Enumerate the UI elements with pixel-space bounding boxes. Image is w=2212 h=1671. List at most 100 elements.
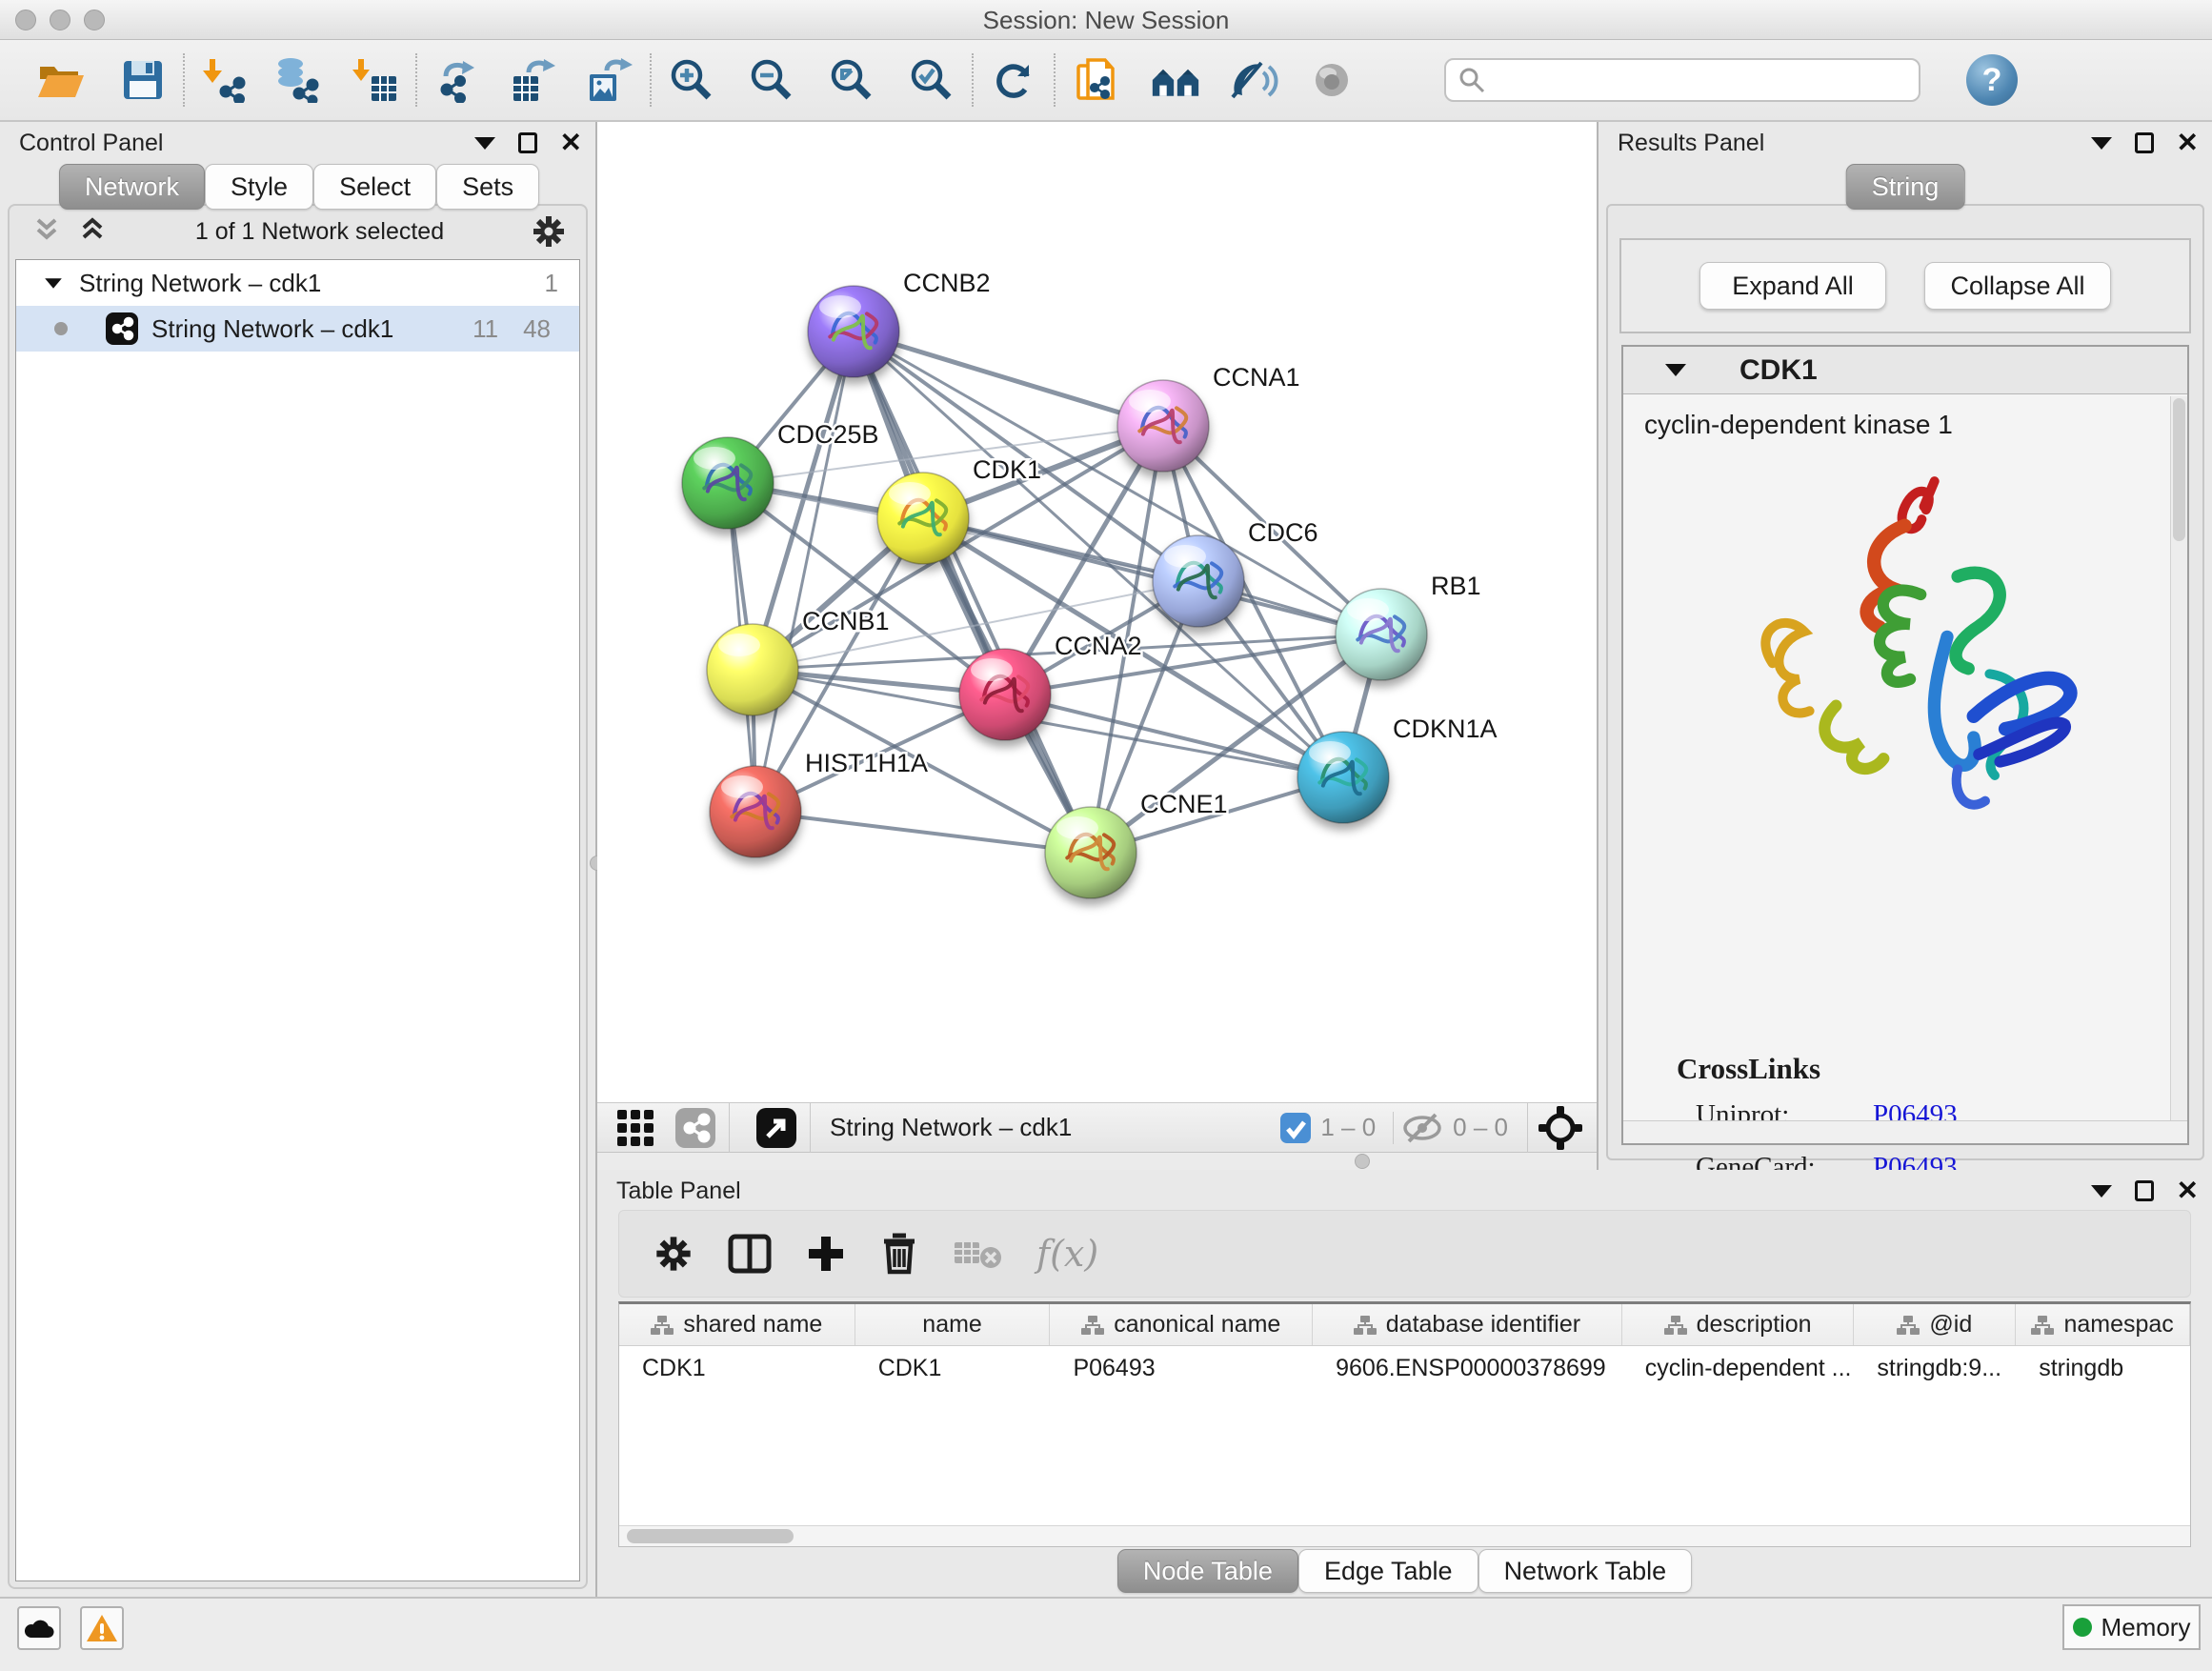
- network-edge-CCNB2-HIST1H1A[interactable]: [755, 332, 854, 812]
- network-edge-HIST1H1A-CCNE1[interactable]: [755, 812, 1091, 853]
- crosshair-icon[interactable]: [1538, 1105, 1583, 1151]
- collapse-panel-icon[interactable]: [474, 137, 495, 150]
- expand-all-icon[interactable]: [76, 216, 109, 247]
- network-node-CCNE1[interactable]: CCNE1: [1045, 790, 1228, 898]
- cloud-icon: [23, 1617, 55, 1640]
- entry-description: cyclin-dependent kinase 1: [1623, 396, 2168, 440]
- column-header-shared-name[interactable]: shared name: [619, 1304, 855, 1345]
- float-panel-icon[interactable]: [518, 132, 537, 153]
- float-panel-icon[interactable]: [2135, 132, 2154, 153]
- network-options-gear-icon[interactable]: [531, 213, 567, 250]
- warning-button[interactable]: [80, 1606, 124, 1650]
- network-edge-CCNB2-CCNA1[interactable]: [854, 332, 1163, 426]
- splitter-handle[interactable]: [1355, 1154, 1370, 1169]
- export-network-icon[interactable]: [432, 55, 482, 105]
- export-image-icon[interactable]: [585, 55, 634, 105]
- table-row[interactable]: CDK1CDK1P064939606.ENSP00000378699cyclin…: [619, 1346, 2190, 1390]
- close-panel-icon[interactable]: ✕: [2177, 130, 2199, 156]
- network-node-CCNA1[interactable]: CCNA1: [1117, 363, 1300, 472]
- tab-string[interactable]: String: [1846, 164, 1965, 210]
- table-settings-gear-icon[interactable]: [654, 1234, 694, 1274]
- tab-edge-table[interactable]: Edge Table: [1298, 1549, 1478, 1593]
- grid-view-icon[interactable]: [616, 1109, 654, 1147]
- tab-sets[interactable]: Sets: [436, 164, 539, 210]
- network-node-CCNB2[interactable]: CCNB2: [808, 269, 991, 377]
- tab-network[interactable]: Network: [59, 164, 205, 210]
- show-columns-icon[interactable]: [728, 1234, 772, 1274]
- tab-style[interactable]: Style: [205, 164, 313, 210]
- zoom-selected-icon[interactable]: [907, 55, 956, 105]
- node-label-CDK1: CDK1: [973, 455, 1041, 484]
- network-row[interactable]: String Network – cdk1 11 48: [16, 306, 579, 352]
- memory-label: Memory: [2101, 1613, 2191, 1642]
- network-collection-row[interactable]: String Network – cdk1 1: [16, 260, 579, 306]
- zoom-fit-icon[interactable]: [827, 55, 876, 105]
- eye-icon[interactable]: [1307, 55, 1357, 105]
- network-node-CCNB1[interactable]: CCNB1: [707, 607, 890, 715]
- network-node-CDKN1A[interactable]: CDKN1A: [1297, 715, 1498, 823]
- title-bar: Session: New Session: [0, 0, 2212, 40]
- add-column-icon[interactable]: [806, 1234, 846, 1274]
- float-panel-icon[interactable]: [2135, 1180, 2154, 1201]
- search-input[interactable]: [1444, 58, 1920, 102]
- tab-node-table[interactable]: Node Table: [1117, 1549, 1298, 1593]
- show-all-views-icon[interactable]: [1151, 55, 1200, 105]
- zoom-in-icon[interactable]: [667, 55, 716, 105]
- entry-collapse-icon[interactable]: [1665, 364, 1686, 376]
- column-header-name[interactable]: name: [855, 1304, 1051, 1345]
- horizontal-scrollbar[interactable]: [1623, 1120, 2187, 1143]
- open-session-icon[interactable]: [36, 55, 86, 105]
- apply-function-icon[interactable]: f(x): [1036, 1233, 1098, 1275]
- clone-network-icon[interactable]: [1071, 55, 1120, 105]
- node-label-CCNA2: CCNA2: [1055, 632, 1142, 660]
- cloud-button[interactable]: [17, 1606, 61, 1650]
- memory-button[interactable]: Memory: [2062, 1604, 2201, 1650]
- column-header-label: name: [922, 1311, 982, 1339]
- collapse-panel-icon[interactable]: [2091, 1185, 2112, 1198]
- network-node-RB1[interactable]: RB1: [1336, 572, 1481, 680]
- column-header-label: database identifier: [1386, 1311, 1580, 1339]
- birdseye-view-icon[interactable]: [756, 1108, 796, 1148]
- node-label-CCNE1: CCNE1: [1140, 790, 1228, 818]
- close-panel-icon[interactable]: ✕: [2177, 1178, 2199, 1204]
- column-header-database-identifier[interactable]: database identifier: [1313, 1304, 1622, 1345]
- tab-network-table[interactable]: Network Table: [1478, 1549, 1693, 1593]
- column-header--id[interactable]: @id: [1854, 1304, 2016, 1345]
- collapse-panel-icon[interactable]: [2091, 137, 2112, 150]
- table-cell: cyclin-dependent ...: [1622, 1346, 1855, 1390]
- table-horizontal-scrollbar[interactable]: [619, 1525, 2190, 1546]
- entry-header[interactable]: CDK1: [1623, 347, 2187, 394]
- delete-column-icon[interactable]: [880, 1233, 918, 1275]
- column-header-label: shared name: [683, 1311, 822, 1339]
- help-button[interactable]: ?: [1966, 54, 2018, 106]
- network-canvas[interactable]: CCNB2CCNA1CDC25BCDK1CDC6RB1CCNB1CCNA2CDK…: [597, 122, 1597, 1103]
- expand-all-button[interactable]: Expand All: [1699, 262, 1886, 310]
- delete-table-icon[interactable]: [953, 1237, 1002, 1271]
- search-field[interactable]: [1486, 61, 1919, 99]
- column-header-canonical-name[interactable]: canonical name: [1050, 1304, 1313, 1345]
- column-header-namespac[interactable]: namespac: [2016, 1304, 2190, 1345]
- network-node-HIST1H1A[interactable]: HIST1H1A: [710, 749, 928, 857]
- collapse-all-button[interactable]: Collapse All: [1924, 262, 2111, 310]
- horizontal-splitter[interactable]: [597, 1153, 1597, 1170]
- tree-expand-icon[interactable]: [45, 278, 62, 288]
- collapse-all-icon[interactable]: [30, 216, 63, 247]
- export-table-icon[interactable]: [509, 55, 558, 105]
- string-results-content: CDK1 cyclin-dependent kinase 1: [1621, 345, 2189, 1145]
- hidden-eye-icon[interactable]: [1401, 1111, 1443, 1145]
- zoom-out-icon[interactable]: [747, 55, 796, 105]
- vertical-scrollbar[interactable]: [2170, 396, 2187, 1120]
- import-table-icon[interactable]: [351, 55, 400, 105]
- share-view-icon[interactable]: [675, 1108, 715, 1148]
- selected-checkbox[interactable]: [1280, 1113, 1311, 1143]
- tab-select[interactable]: Select: [313, 164, 436, 210]
- hide-graphics-details-icon[interactable]: [1229, 55, 1278, 105]
- column-header-description[interactable]: description: [1622, 1304, 1855, 1345]
- table-cell: 9606.ENSP00000378699: [1313, 1346, 1622, 1390]
- close-panel-icon[interactable]: ✕: [560, 130, 582, 156]
- refresh-icon[interactable]: [989, 55, 1038, 105]
- network-node-CDC25B[interactable]: CDC25B: [682, 420, 879, 529]
- save-session-icon[interactable]: [118, 55, 168, 105]
- import-network-from-database-icon[interactable]: [272, 55, 322, 105]
- import-network-icon[interactable]: [200, 55, 250, 105]
